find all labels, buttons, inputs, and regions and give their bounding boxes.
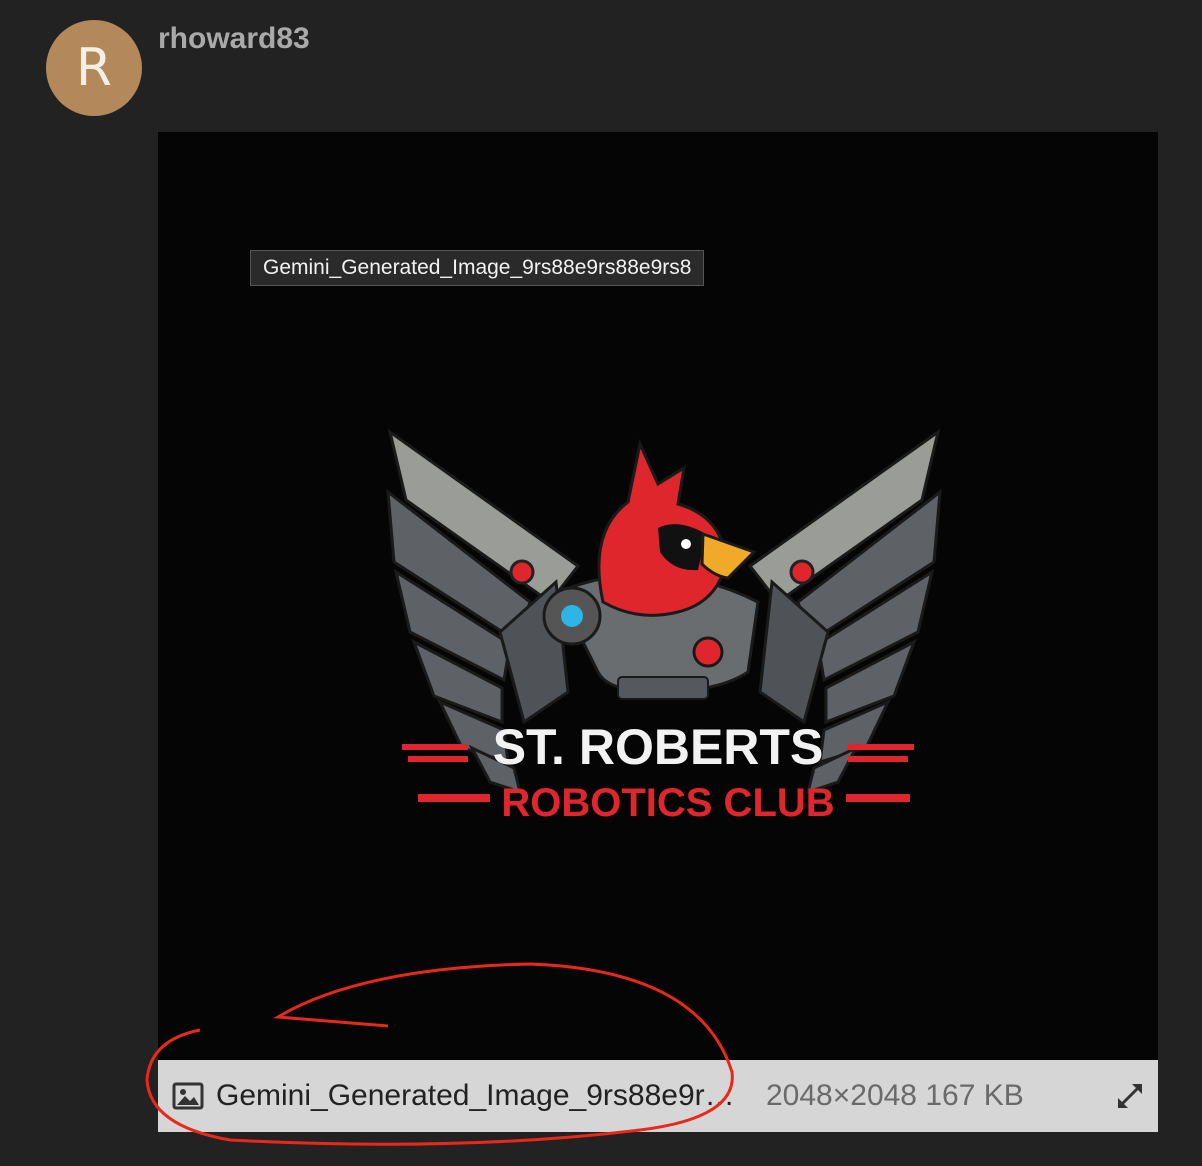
image-icon	[172, 1082, 204, 1110]
image-lightbox[interactable]: ST. ROBERTS ROBOTICS CLUB Gemini_Generat…	[158, 132, 1158, 1132]
logo-title: ST. ROBERTS	[493, 719, 824, 775]
avatar-letter: R	[75, 38, 113, 98]
logo-subtitle: ROBOTICS CLUB	[501, 781, 834, 825]
avatar[interactable]: R	[46, 20, 142, 116]
image-meta: 2048×2048 167 KB	[766, 1079, 1024, 1112]
expand-icon[interactable]	[1112, 1078, 1148, 1114]
image-caption-bar[interactable]: Gemini_Generated_Image_9rs88e9rs88e9rs8 …	[158, 1060, 1158, 1132]
forum-post: R rhoward83 ST. ROBERTS ROBOTICS CLUB Ge…	[0, 0, 1202, 1166]
username[interactable]: rhoward83	[158, 22, 310, 56]
image-filename[interactable]: Gemini_Generated_Image_9rs88e9rs88e9rs8	[216, 1079, 740, 1113]
image-title-tooltip: Gemini_Generated_Image_9rs88e9rs88e9rs8	[250, 250, 705, 286]
